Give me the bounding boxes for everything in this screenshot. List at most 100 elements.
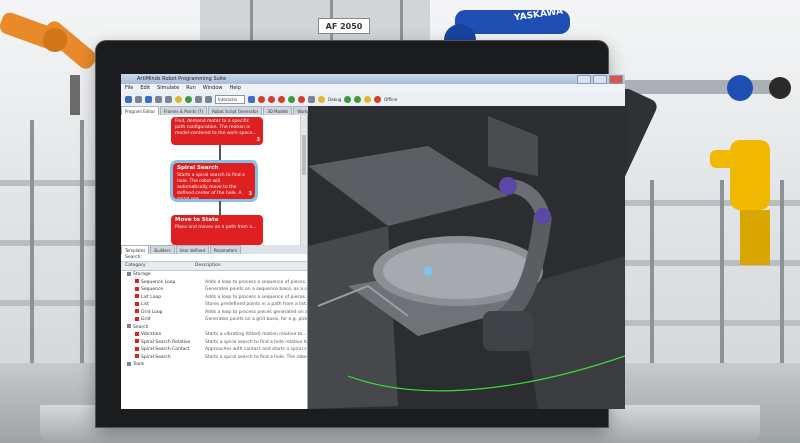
zoom-icon[interactable] <box>205 96 212 103</box>
template-description: Stores predefined points in a path from … <box>205 302 307 307</box>
template-row[interactable]: Storage <box>121 271 307 279</box>
template-description: Starts a spiral search to find a hole. T… <box>205 354 307 360</box>
3d-viewport[interactable] <box>308 106 625 409</box>
stop-icon[interactable] <box>298 96 305 103</box>
play-icon[interactable] <box>344 96 352 103</box>
template-name: List Loop <box>141 294 162 300</box>
debug-label[interactable]: Debug <box>328 97 341 102</box>
template-row[interactable]: Sequence Generates points on a sequence b… <box>121 286 307 294</box>
step-icon[interactable] <box>354 96 362 103</box>
copy-icon[interactable] <box>165 96 172 103</box>
block-description: Starts a spiral search to find a hole. T… <box>177 173 245 202</box>
canvas-scrollbar[interactable] <box>300 115 307 245</box>
tab-robot-script-generator[interactable]: Robot Script Generator <box>208 106 263 115</box>
search-label: Search: <box>125 255 142 260</box>
template-description <box>197 271 307 279</box>
program-block-spiral-search[interactable]: Spiral Search Starts a spiral search to … <box>170 160 258 202</box>
template-row[interactable]: List Stores predefined points in a path f… <box>121 301 307 309</box>
folder-icon <box>127 271 131 276</box>
tab-3d-models[interactable]: 3D Models <box>263 106 293 115</box>
template-name: Spiral Search Relative <box>141 339 191 345</box>
program-canvas[interactable]: Find, demand motor to a specific path co… <box>121 115 307 245</box>
link-icon[interactable] <box>308 96 315 103</box>
close-button[interactable] <box>609 75 623 84</box>
program-block-move[interactable]: Find, demand motor to a specific path co… <box>171 117 263 145</box>
scene-render <box>308 106 625 409</box>
template-description: Adds a loop to process pieces generated … <box>205 309 307 315</box>
template-row[interactable]: Sequence Loop Adds a loop to process a se… <box>121 279 307 287</box>
settings-icon[interactable] <box>248 96 255 103</box>
template-name: Spiral Search <box>141 354 171 360</box>
tab-builders[interactable]: Builders <box>150 245 175 254</box>
connect-icon[interactable] <box>288 96 295 103</box>
offline-label[interactable]: Offline <box>384 97 397 102</box>
folder-icon <box>127 324 131 328</box>
target-icon[interactable] <box>278 96 285 103</box>
template-row[interactable]: List Loop Adds a loop to process a sequen… <box>121 294 307 302</box>
template-description: Adds a loop to process a sequence of pie… <box>205 279 307 285</box>
laptop-screen: ArtiMinds Robot Programming Suite File E… <box>121 74 625 409</box>
template-icon <box>135 301 139 306</box>
template-name: Search <box>133 324 149 330</box>
halt-icon[interactable] <box>374 96 382 103</box>
menu-run[interactable]: Run <box>186 84 196 93</box>
main-toolbar: Interactiv Debug Offline <box>121 93 625 107</box>
template-description: Adds a loop to process a sequence of pie… <box>205 294 307 300</box>
tab-program-editor[interactable]: Program Editor <box>121 106 159 115</box>
block-title: Move to State <box>175 217 219 223</box>
template-name: Vibration <box>141 332 162 337</box>
menu-window[interactable]: Window <box>203 84 223 93</box>
redo-icon[interactable] <box>185 96 192 103</box>
template-row[interactable]: Spiral Search Contact Approaches with con… <box>121 346 307 354</box>
template-row[interactable]: Spiral Search Relative Starts a spiral se… <box>121 339 307 347</box>
menu-edit[interactable]: Edit <box>140 84 150 93</box>
cut-icon[interactable] <box>155 96 162 103</box>
robot-icon[interactable] <box>268 96 275 103</box>
block-title: Spiral Search <box>177 165 219 171</box>
template-row[interactable]: Spiral Search Starts a spiral search to f… <box>121 354 307 362</box>
tab-user-defined[interactable]: User defined <box>175 245 210 254</box>
undo-icon[interactable] <box>175 96 182 103</box>
program-block-move-to-state[interactable]: Move to State Plans and moves on a path … <box>171 215 263 245</box>
minimize-button[interactable] <box>577 75 591 84</box>
template-icon <box>135 294 139 298</box>
warning-icon[interactable] <box>318 96 325 103</box>
template-name: Grid Loop <box>141 309 163 315</box>
open-icon[interactable] <box>135 96 142 103</box>
menu-file[interactable]: File <box>125 84 133 93</box>
template-icon <box>135 339 139 343</box>
block-description: Find, demand motor to a specific path co… <box>175 119 257 136</box>
window-title: ArtiMinds Robot Programming Suite <box>137 76 227 82</box>
maximize-button[interactable] <box>593 75 607 84</box>
template-row[interactable]: Grid Loop Adds a loop to process pieces g… <box>121 309 307 317</box>
template-name: Sequence Loop <box>141 279 176 285</box>
new-icon[interactable] <box>125 96 132 103</box>
tab-frames-points[interactable]: Frames & Points (7) <box>160 106 208 115</box>
column-description[interactable]: Description <box>191 262 221 270</box>
mode-select[interactable]: Interactiv <box>215 95 245 104</box>
template-row[interactable]: Grid Generates points on a grid basis, fo… <box>121 316 307 324</box>
column-category[interactable]: Category <box>121 262 191 270</box>
template-row[interactable]: Vibration Starts a vibrating (tilted) mot… <box>121 331 307 339</box>
tab-templates[interactable]: Templates <box>121 245 150 254</box>
template-row[interactable]: Search <box>121 324 307 332</box>
menu-simulate[interactable]: Simulate <box>157 84 179 93</box>
paste-icon[interactable] <box>195 96 202 103</box>
save-icon[interactable] <box>145 96 152 103</box>
template-name: Storage <box>133 272 151 277</box>
tab-parameters[interactable]: Parameters <box>210 245 241 254</box>
block-connector <box>219 145 221 161</box>
block-number: 3 <box>248 191 252 197</box>
block-connector <box>219 201 221 215</box>
template-description: Approaches with contact and starts a spi… <box>205 347 307 352</box>
template-name: Tools <box>133 362 145 367</box>
menu-help[interactable]: Help <box>229 84 240 93</box>
template-table-header: Category Description <box>121 261 307 271</box>
template-row[interactable]: Tools <box>121 361 307 369</box>
pause-icon[interactable] <box>364 96 372 103</box>
record-icon[interactable] <box>258 96 265 103</box>
template-description: Generates points on a sequence basis, as… <box>205 287 307 292</box>
template-icon <box>135 279 139 283</box>
template-icon <box>135 354 139 358</box>
template-icon <box>135 309 139 313</box>
